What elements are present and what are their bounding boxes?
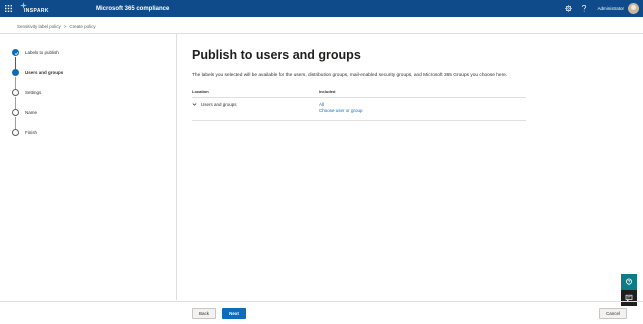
table-divider (192, 120, 526, 121)
step-settings[interactable]: Settings (12, 88, 177, 109)
breadcrumb-item-create: Create policy (69, 24, 96, 29)
gear-icon[interactable] (561, 0, 575, 17)
step-finish[interactable]: Finish (12, 128, 177, 148)
step-complete-icon (12, 49, 19, 56)
steps-divider (176, 34, 177, 300)
table-row: Users and groups All Choose user or grou… (192, 98, 526, 118)
next-button[interactable]: Next (222, 308, 246, 319)
user-name[interactable]: Administrator (597, 6, 624, 11)
help-icon[interactable] (577, 0, 591, 17)
page-title: Publish to users and groups (192, 48, 361, 62)
app-title[interactable]: Microsoft 365 compliance (96, 6, 169, 12)
cancel-button[interactable]: Cancel (599, 308, 627, 319)
location-name: Users and groups (201, 102, 237, 107)
brand-mark-icon (20, 2, 27, 9)
column-header-location: Location (192, 89, 209, 94)
step-label: Name (25, 110, 38, 115)
avatar[interactable] (628, 3, 639, 14)
brand-name: INSPARK (24, 8, 49, 14)
step-pending-icon (12, 109, 19, 116)
breadcrumb: Sensitivity label policy > Create policy (17, 24, 96, 29)
step-label: Users and groups (25, 70, 64, 75)
step-label: Finish (25, 130, 38, 135)
choose-user-or-group-link[interactable]: Choose user or group (319, 108, 363, 114)
help-fab-button[interactable] (621, 274, 637, 290)
step-name[interactable]: Name (12, 108, 177, 129)
back-button[interactable]: Back (192, 308, 216, 319)
feedback-fab-button[interactable] (621, 290, 637, 306)
step-current-icon (12, 69, 19, 76)
main-panel: Publish to users and groups The labels y… (192, 48, 532, 121)
waffle-icon[interactable] (0, 0, 17, 17)
breadcrumb-item-policy[interactable]: Sensitivity label policy (17, 24, 61, 29)
step-pending-icon (12, 89, 19, 96)
location-cell: Users and groups (192, 102, 319, 118)
locations-table: Location Included Users and groups All C… (192, 88, 526, 121)
suite-bar-actions: Administrator (559, 0, 643, 17)
step-label: Labels to publish (25, 50, 59, 55)
suite-bar: INSPARK Microsoft 365 compliance Adminis… (0, 0, 643, 17)
column-header-included: Included (319, 89, 336, 94)
brand-logo[interactable]: INSPARK (20, 0, 80, 17)
table-header: Location Included (192, 88, 526, 95)
step-pending-icon (12, 129, 19, 136)
help-chat-icon (626, 278, 632, 286)
step-labels-to-publish[interactable]: Labels to publish (12, 48, 177, 69)
page-description: The labels you selected will be availabl… (192, 73, 508, 78)
chevron-down-icon[interactable] (192, 102, 197, 107)
header-divider (0, 33, 643, 34)
breadcrumb-separator: > (63, 24, 67, 29)
step-label: Settings (25, 90, 42, 95)
wizard-steps: Labels to publish Users and groups Setti… (12, 48, 177, 148)
included-cell: All Choose user or group (319, 102, 363, 118)
footer-divider (0, 301, 643, 302)
step-users-and-groups[interactable]: Users and groups (12, 68, 177, 89)
